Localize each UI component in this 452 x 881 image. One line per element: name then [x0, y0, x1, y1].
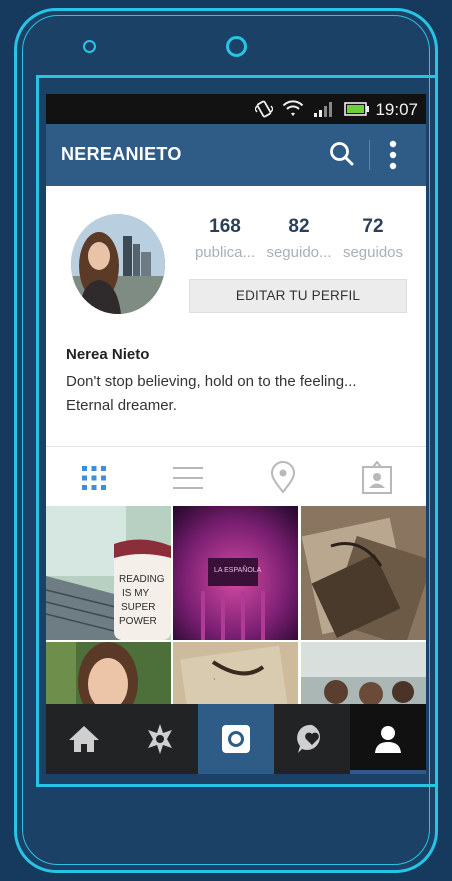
stat-followers[interactable]: 82 seguido... [263, 216, 335, 261]
location-pin-icon[interactable] [266, 461, 300, 495]
nav-explore[interactable] [122, 704, 198, 774]
vibrate-icon [255, 100, 273, 118]
photo-books[interactable] [301, 506, 426, 640]
home-icon [69, 726, 99, 752]
activity-icon [297, 724, 320, 753]
neon-sign-text: LA ESPAÑOLA [214, 565, 262, 574]
more-options-icon[interactable] [389, 140, 397, 170]
bio: Don't stop believing, hold on to the fee… [66, 370, 416, 418]
svg-text:·: · [213, 675, 216, 684]
bio-line-2: Eternal dreamer. [66, 397, 177, 414]
active-tab-indicator [350, 770, 426, 774]
sensor-dot [83, 40, 96, 53]
nav-camera[interactable] [198, 704, 274, 774]
app-bar: NEREANIETO [46, 124, 426, 186]
profile-icon [375, 726, 401, 753]
status-bar: 19:07 [46, 94, 426, 124]
svg-text:IS MY: IS MY [122, 588, 150, 599]
mug-text: READING [119, 574, 165, 585]
following-label: seguidos [342, 244, 404, 261]
edit-profile-button[interactable]: EDITAR TU PERFIL [189, 279, 407, 313]
stat-posts[interactable]: 168 publica... [189, 216, 261, 261]
signal-icon [314, 102, 332, 117]
profile-tabs [46, 446, 426, 507]
camera-icon [222, 725, 250, 753]
phone-screen: 19:07 NEREANIETO 168 publica... 82 segui… [46, 94, 426, 774]
front-camera [226, 36, 247, 57]
status-icons [255, 100, 370, 118]
clock: 19:07 [375, 100, 418, 119]
followers-count: 82 [288, 216, 310, 237]
posts-label: publica... [194, 244, 256, 261]
followers-label: seguido... [266, 244, 332, 261]
photo-grid: READING IS MY SUPER POWER LA ESPAÑOLA · [46, 506, 426, 774]
nav-profile[interactable] [350, 704, 426, 774]
username-title: NEREANIETO [61, 144, 182, 164]
full-name: Nerea Nieto [66, 346, 150, 363]
photo-concert[interactable]: LA ESPAÑOLA [173, 506, 298, 640]
wifi-icon [282, 100, 304, 116]
app-bar-divider [369, 140, 370, 170]
nav-home[interactable] [46, 704, 122, 774]
search-icon[interactable] [329, 141, 355, 167]
svg-text:SUPER: SUPER [121, 602, 155, 613]
following-count: 72 [362, 216, 384, 237]
photo-laptop-mug[interactable]: READING IS MY SUPER POWER [46, 506, 171, 640]
tagged-photos-icon[interactable] [360, 461, 394, 495]
bio-line-1: Don't stop believing, hold on to the fee… [66, 373, 357, 390]
posts-count: 168 [209, 216, 241, 237]
list-icon[interactable] [171, 461, 205, 495]
avatar[interactable] [71, 214, 165, 314]
avatar-photo [71, 214, 165, 314]
profile-header: 168 publica... 82 seguido... 72 seguidos… [46, 186, 426, 446]
battery-icon [344, 102, 369, 116]
bottom-navigation [46, 704, 426, 774]
grid-icon[interactable] [77, 461, 111, 495]
svg-text:POWER: POWER [119, 616, 157, 627]
explore-icon [148, 724, 172, 754]
nav-activity[interactable] [274, 704, 350, 774]
stat-following[interactable]: 72 seguidos [337, 216, 409, 261]
